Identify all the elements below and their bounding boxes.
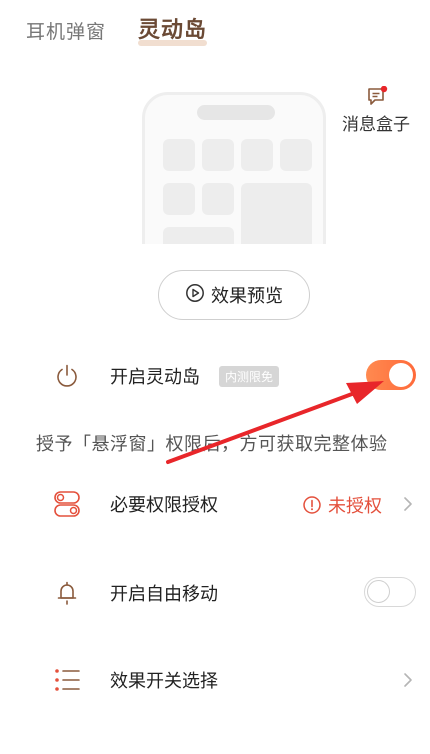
enable-island-toggle[interactable] xyxy=(366,360,416,390)
tab-dynamic-island[interactable]: 灵动岛 xyxy=(138,12,208,46)
notification-dot xyxy=(380,85,388,93)
permission-row[interactable]: 必要权限授权 未授权 xyxy=(0,484,430,524)
message-box-button[interactable]: 消息盒子 xyxy=(342,85,410,135)
tab-earphone-popup[interactable]: 耳机弹窗 xyxy=(26,17,106,44)
play-circle-icon xyxy=(185,283,205,308)
power-icon xyxy=(52,361,82,391)
enable-island-label: 开启灵动岛 xyxy=(110,367,200,388)
effect-select-label: 效果开关选择 xyxy=(110,671,218,692)
chevron-right-icon xyxy=(402,494,414,518)
list-icon xyxy=(52,665,82,695)
effect-select-row[interactable]: 效果开关选择 xyxy=(0,660,430,700)
phone-preview-illustration xyxy=(142,92,328,244)
chat-bubble-icon xyxy=(366,85,388,106)
free-move-label: 开启自由移动 xyxy=(110,584,218,605)
bell-icon xyxy=(52,578,82,608)
beta-free-badge: 内测限免 xyxy=(219,366,280,387)
permission-status: 未授权 xyxy=(302,492,382,518)
effect-preview-label: 效果预览 xyxy=(211,286,283,307)
enable-island-row: 开启灵动岛 内测限免 xyxy=(0,356,430,396)
effect-preview-button[interactable]: 效果预览 xyxy=(158,270,310,320)
permission-label: 必要权限授权 xyxy=(110,495,218,516)
dynamic-island-pill xyxy=(197,105,275,120)
free-move-toggle[interactable] xyxy=(364,577,416,607)
permission-hint-text: 授予「悬浮窗」权限后，方可获取完整体验 xyxy=(36,434,388,455)
message-box-label: 消息盒子 xyxy=(342,115,410,135)
free-move-row: 开启自由移动 xyxy=(0,573,430,613)
alert-circle-icon xyxy=(303,496,321,514)
permission-status-text: 未授权 xyxy=(328,496,382,517)
chevron-right-icon xyxy=(402,670,414,694)
toggles-icon xyxy=(52,489,82,519)
top-tabs: 耳机弹窗 灵动岛 xyxy=(26,12,208,46)
